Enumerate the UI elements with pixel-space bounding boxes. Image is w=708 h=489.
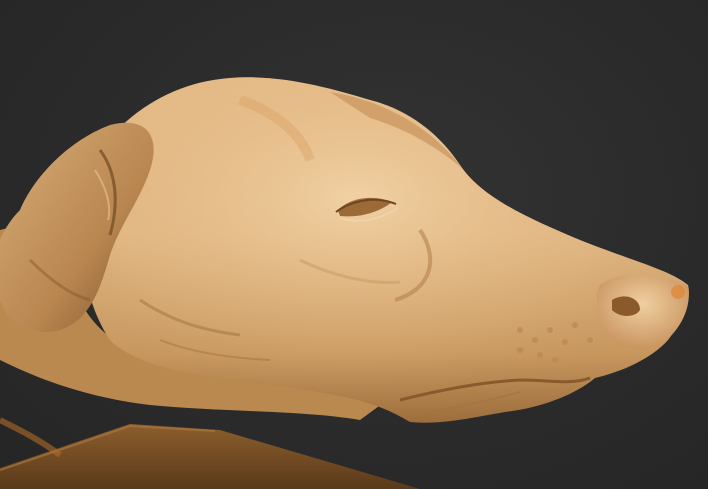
dog-head-render	[0, 77, 689, 489]
render-viewport[interactable]	[0, 0, 708, 489]
table-surface	[0, 424, 420, 489]
